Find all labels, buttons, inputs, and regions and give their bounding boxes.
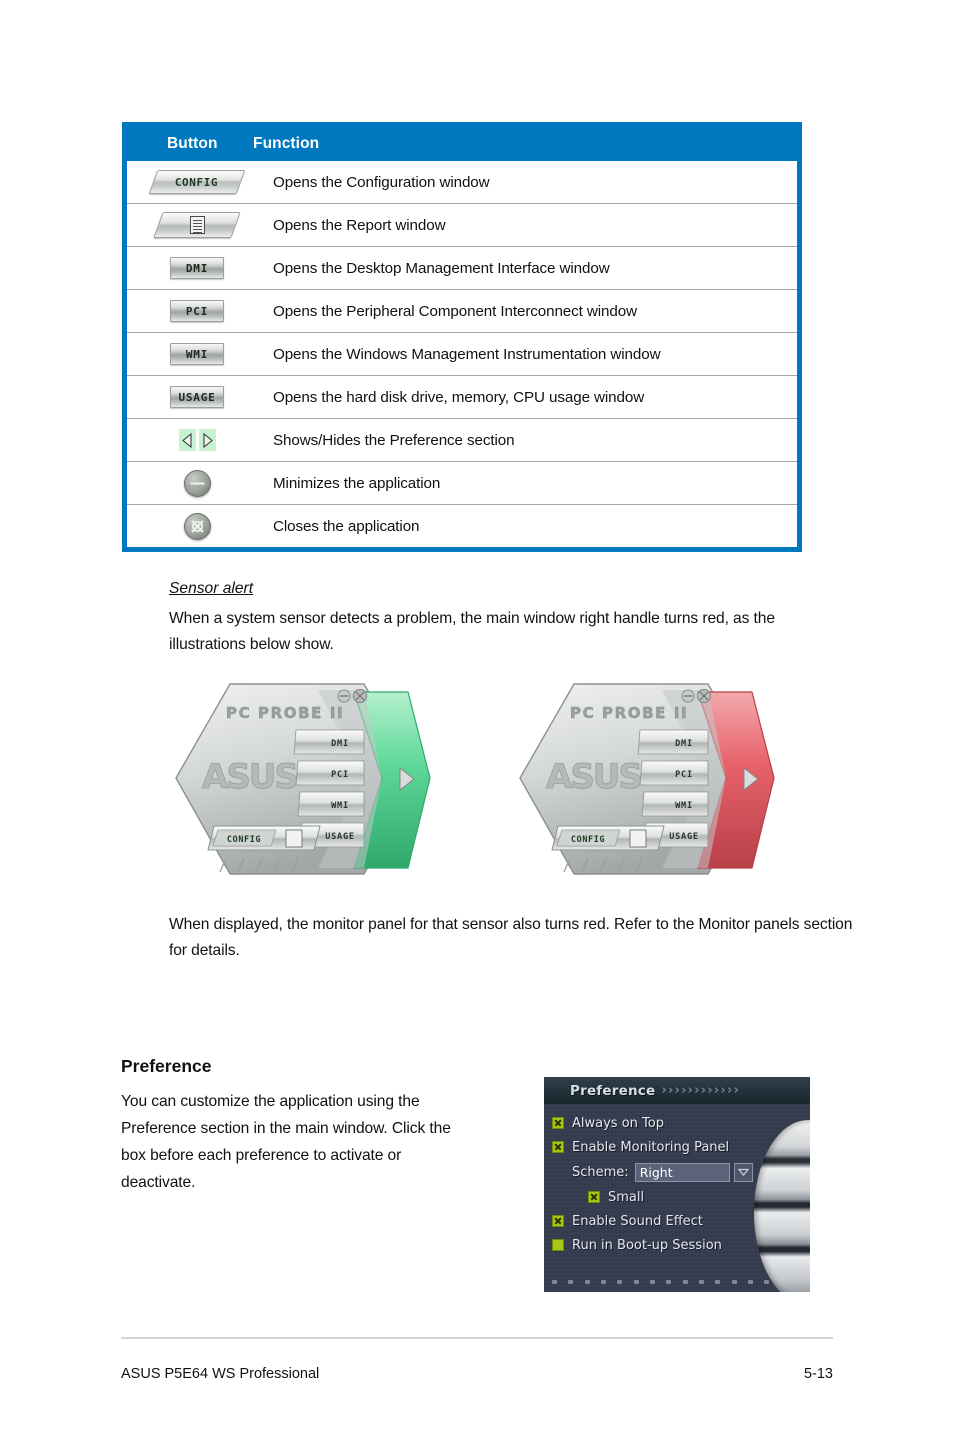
checkbox-icon[interactable] bbox=[588, 1191, 600, 1203]
probe-alert-title: PC PROBE II bbox=[570, 704, 688, 722]
table-row: WMI Opens the Windows Management Instrume… bbox=[127, 332, 797, 375]
table-body: CONFIG Opens the Configuration window Open… bbox=[127, 161, 797, 547]
svg-text:USAGE: USAGE bbox=[325, 832, 355, 842]
preference-option-label: Always on Top bbox=[572, 1115, 664, 1131]
probe-normal-side-button-wmi[interactable]: WMI bbox=[297, 791, 365, 817]
svg-text:CONFIG: CONFIG bbox=[571, 835, 605, 845]
table-row: CONFIG Opens the Configuration window bbox=[127, 161, 797, 203]
minimize-button-icon[interactable] bbox=[183, 469, 211, 497]
table-row: Shows/Hides the Preference section bbox=[127, 418, 797, 461]
table-cell-button: USAGE bbox=[127, 381, 267, 413]
footer-page-number: 5-13 bbox=[803, 1366, 833, 1382]
pci-button-icon[interactable]: PCI bbox=[170, 300, 224, 322]
probe-alert-report-button[interactable] bbox=[629, 829, 647, 848]
svg-text:PCI: PCI bbox=[331, 770, 349, 780]
preference-heading: Preference bbox=[121, 1056, 212, 1076]
checkbox-icon[interactable] bbox=[552, 1117, 564, 1129]
table-cell-function: Opens the Configuration window bbox=[273, 173, 490, 191]
sensor-alert-heading: Sensor alert bbox=[169, 580, 254, 597]
table-row: Minimizes the application bbox=[127, 461, 797, 504]
probe-normal-side-button-pci[interactable]: PCI bbox=[295, 760, 365, 786]
chevron-decoration-icon: ›››››››››››› bbox=[661, 1083, 741, 1098]
table-row: Closes the application bbox=[127, 504, 797, 547]
checkbox-icon[interactable] bbox=[552, 1215, 564, 1227]
scheme-label: Scheme: bbox=[572, 1164, 629, 1180]
report-button-icon[interactable] bbox=[153, 212, 241, 238]
preference-option[interactable]: Always on Top bbox=[544, 1111, 810, 1135]
probe-alert-side-button-wmi[interactable]: WMI bbox=[641, 791, 709, 817]
probe-normal: PC PROBE II ASUS DMI PCI WMI USAGE CONFIG bbox=[175, 683, 431, 875]
dmi-button-icon[interactable]: DMI bbox=[170, 257, 224, 279]
close-button-icon[interactable] bbox=[183, 512, 211, 540]
preference-panel-title-bar: Preference ›››››››››››› bbox=[544, 1077, 810, 1104]
table-cell-function: Opens the Peripheral Component Interconn… bbox=[273, 302, 637, 320]
probe-normal-report-button[interactable] bbox=[285, 829, 303, 848]
table-cell-button: PCI bbox=[127, 295, 267, 327]
table-cell-function: Shows/Hides the Preference section bbox=[273, 431, 515, 449]
svg-text:USAGE: USAGE bbox=[669, 832, 699, 842]
column-header-function: Function bbox=[253, 135, 320, 152]
chevron-down-icon[interactable] bbox=[733, 1162, 753, 1182]
table-cell-function: Opens the Windows Management Instrumenta… bbox=[273, 345, 661, 363]
svg-text:WMI: WMI bbox=[331, 801, 349, 811]
svg-text:DMI: DMI bbox=[331, 739, 349, 749]
preference-option-label: Enable Sound Effect bbox=[572, 1213, 703, 1229]
wmi-button-icon[interactable]: WMI bbox=[170, 343, 224, 365]
probe-alert-side-button-dmi[interactable]: DMI bbox=[637, 729, 709, 755]
column-header-button: Button bbox=[167, 135, 218, 152]
probe-alert-side-button-pci[interactable]: PCI bbox=[639, 760, 709, 786]
show-hide-arrows-icon[interactable] bbox=[178, 429, 216, 451]
probe-normal-title: PC PROBE II bbox=[226, 704, 344, 722]
svg-text:WMI: WMI bbox=[675, 801, 693, 811]
pc-probe-alert-illustration: PC PROBE II ASUS DMI PCI WMI USAGE CONFIG bbox=[512, 678, 778, 883]
footer-divider bbox=[121, 1337, 833, 1339]
table-cell-button bbox=[127, 465, 267, 502]
table-row: USAGE Opens the hard disk drive, memory, … bbox=[127, 375, 797, 418]
svg-text:CONFIG: CONFIG bbox=[227, 835, 261, 845]
table-cell-function: Closes the application bbox=[273, 517, 420, 535]
monitor-panel-note: When displayed, the monitor panel for th… bbox=[169, 916, 853, 959]
table-row: Opens the Report window bbox=[127, 203, 797, 246]
table-cell-function: Opens the Report window bbox=[273, 216, 446, 234]
preference-paragraph: You can customize the application using … bbox=[121, 1093, 451, 1191]
probe-normal-side-button-dmi[interactable]: DMI bbox=[293, 729, 365, 755]
scheme-select[interactable]: Right bbox=[634, 1162, 730, 1182]
preference-panel-title: Preference bbox=[570, 1082, 656, 1099]
pc-probe-normal-illustration: PC PROBE II ASUS DMI PCI WMI USAGE CONFIG bbox=[168, 678, 434, 883]
table-cell-button: DMI bbox=[127, 252, 267, 284]
probe-alert: PC PROBE II ASUS DMI PCI WMI USAGE CONFIG bbox=[519, 683, 775, 875]
table-cell-button: CONFIG bbox=[127, 165, 267, 199]
preference-panel-screenshot: Preference ›››››››››››› Always on Top Ena… bbox=[544, 1077, 810, 1292]
preference-options-list: Always on Top Enable Monitoring Panel Sche… bbox=[544, 1104, 810, 1292]
button-function-table: Button Function CONFIG Opens the Configur… bbox=[122, 122, 802, 552]
table-cell-function: Minimizes the application bbox=[273, 474, 441, 492]
checkbox-icon[interactable] bbox=[552, 1239, 564, 1251]
svg-text:PCI: PCI bbox=[675, 770, 693, 780]
table-cell-function: Opens the hard disk drive, memory, CPU u… bbox=[273, 388, 645, 406]
table-row: PCI Opens the Peripheral Component Interc… bbox=[127, 289, 797, 332]
preference-option-label: Small bbox=[608, 1189, 645, 1205]
checkbox-icon[interactable] bbox=[552, 1141, 564, 1153]
panel-bottom-dots-decoration bbox=[552, 1279, 802, 1285]
table-cell-button bbox=[127, 207, 267, 243]
probe-normal-asus-logo: ASUS bbox=[202, 757, 297, 797]
table-header-row: Button Function bbox=[127, 127, 797, 161]
preference-option-label: Enable Monitoring Panel bbox=[572, 1139, 730, 1155]
probe-alert-asus-logo: ASUS bbox=[546, 757, 641, 797]
sensor-alert-paragraph: When a system sensor detects a problem, … bbox=[169, 610, 775, 653]
preference-option-label: Run in Boot-up Session bbox=[572, 1237, 722, 1253]
table-cell-button bbox=[127, 424, 267, 456]
table-cell-button: WMI bbox=[127, 338, 267, 370]
config-button-icon[interactable]: CONFIG bbox=[148, 170, 246, 194]
usage-button-icon[interactable]: USAGE bbox=[170, 386, 224, 408]
table-cell-button bbox=[127, 508, 267, 545]
svg-text:DMI: DMI bbox=[675, 739, 693, 749]
footer-product-name: ASUS P5E64 WS Professional bbox=[121, 1366, 320, 1382]
table-row: DMI Opens the Desktop Management Interfac… bbox=[127, 246, 797, 289]
table-cell-function: Opens the Desktop Management Interface w… bbox=[273, 259, 610, 277]
